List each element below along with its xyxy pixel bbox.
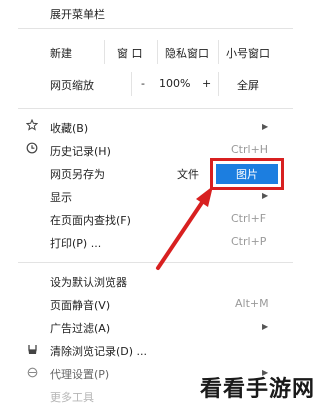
watermark: 看看手游网 bbox=[199, 377, 315, 402]
annotation-arrow-icon bbox=[156, 186, 213, 270]
